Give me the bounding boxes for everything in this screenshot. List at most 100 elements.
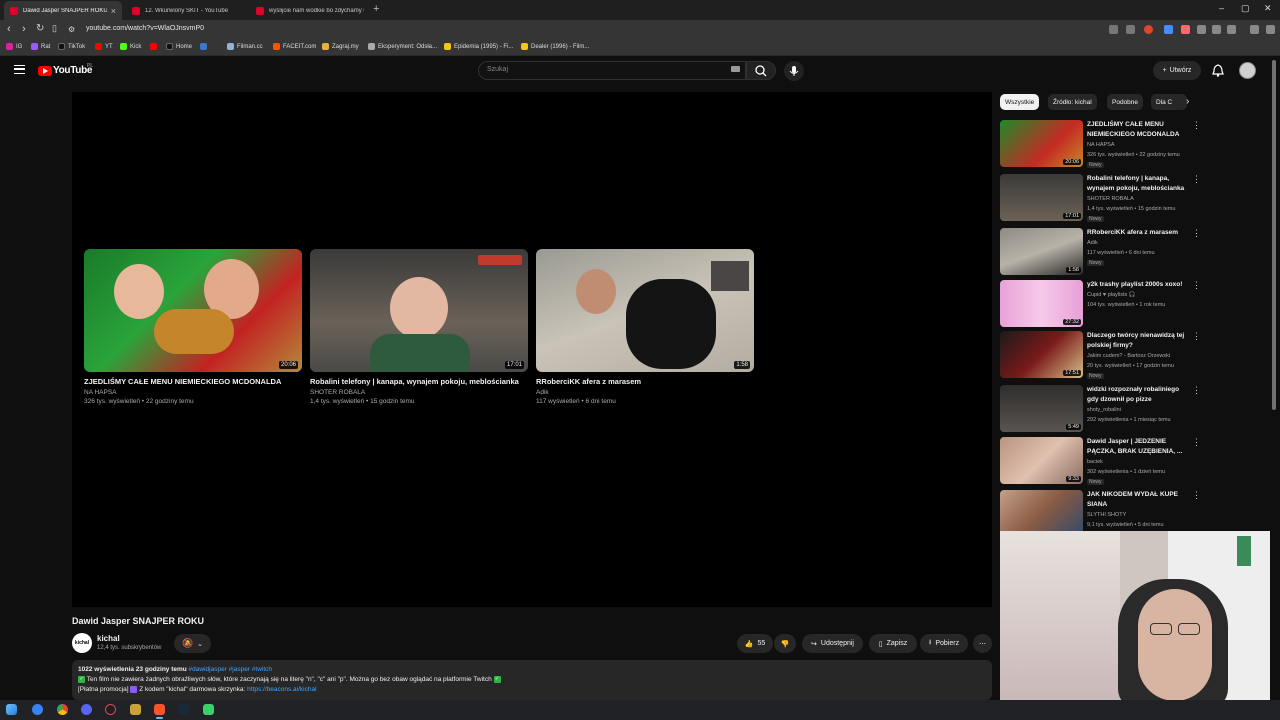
menu-icon[interactable] xyxy=(1266,25,1275,34)
video-thumbnail[interactable]: 27:32 xyxy=(1000,280,1083,327)
endscreen-card[interactable]: 1:58 RRoberciKK afera z marasem Adik 117… xyxy=(536,249,754,405)
related-title[interactable]: Dawid Jasper | JEDZENIE PĄCZKA, BRAK UZĘ… xyxy=(1087,437,1185,456)
chevron-right-icon[interactable]: › xyxy=(1186,96,1189,107)
video-thumbnail[interactable]: 5:49 xyxy=(1000,385,1083,432)
description-box[interactable]: 1022 wyświetlenia 23 godziny temu #dawid… xyxy=(72,660,992,700)
related-video[interactable]: 27:32 y2k trashy playlist 2000s xoxo! Cu… xyxy=(1000,280,1201,332)
video-thumbnail[interactable]: 17:51 xyxy=(1000,331,1083,378)
bookmark-item[interactable] xyxy=(150,43,160,50)
more-options-icon[interactable]: ⋮ xyxy=(1192,228,1201,239)
video-thumbnail[interactable]: 9:33 xyxy=(1000,437,1083,484)
related-title[interactable]: RRoberciKK afera z marasem xyxy=(1087,228,1185,238)
related-channel[interactable]: SHOTER ROBALA xyxy=(1087,196,1134,202)
bookmark-item[interactable]: YT xyxy=(95,43,113,50)
related-title[interactable]: y2k trashy playlist 2000s xoxo! xyxy=(1087,280,1185,290)
related-channel[interactable]: Adik xyxy=(1087,240,1098,246)
video-thumbnail[interactable]: 1:58 xyxy=(1000,228,1083,275)
more-options-icon[interactable]: ⋮ xyxy=(1192,331,1201,342)
brave-browser-icon[interactable] xyxy=(154,704,165,719)
app-icon[interactable] xyxy=(105,704,116,715)
more-options-icon[interactable]: ⋮ xyxy=(1192,437,1201,448)
related-title[interactable]: ZJEDLIŚMY CAŁE MENU NIEMIECKIEGO MCDONAL… xyxy=(1087,120,1185,139)
keyboard-icon[interactable] xyxy=(731,66,740,72)
video-thumbnail[interactable]: 20:06 xyxy=(84,249,302,372)
bookmark-item[interactable]: FACEIT.com xyxy=(273,43,316,50)
download-button[interactable]: ⭳ Pobierz xyxy=(920,634,968,653)
endscreen-title[interactable]: Robalini telefony | kanapa, wynajem poko… xyxy=(310,377,528,386)
forward-arrow-icon[interactable]: › xyxy=(22,23,26,35)
close-window-button[interactable]: ✕ xyxy=(1264,3,1272,14)
bookmark-item[interactable]: Rat xyxy=(31,43,50,50)
video-thumbnail[interactable]: 20:06 xyxy=(1000,120,1083,167)
back-arrow-icon[interactable]: ‹ xyxy=(7,23,11,35)
related-video[interactable]: 17:51 Dlaczego twórcy nienawidzą tej pol… xyxy=(1000,331,1201,383)
description-tags[interactable]: #dawidjasper #jasper #twitch xyxy=(189,666,272,673)
bookmark-item[interactable]: TikTok xyxy=(58,43,85,50)
app-icon[interactable] xyxy=(203,704,214,715)
more-options-icon[interactable]: ⋮ xyxy=(1192,280,1201,291)
bookmark-item[interactable]: Dealer (1996) - Film... xyxy=(521,43,589,50)
endscreen-card[interactable]: 20:06 ZJEDLIŚMY CAŁE MENU NIEMIECKIEGO M… xyxy=(84,249,302,405)
more-options-icon[interactable]: ⋮ xyxy=(1192,120,1201,131)
description-link[interactable]: https://beacons.ai/kichal xyxy=(247,686,316,693)
browser-tab[interactable]: 12. Wkurwiony SKIT - YouTube xyxy=(126,1,246,20)
related-channel[interactable]: baciek xyxy=(1087,459,1103,465)
brave-shield-icon[interactable] xyxy=(1144,25,1153,34)
extension-icon[interactable] xyxy=(1126,25,1135,34)
notifications-bell-icon[interactable] xyxy=(1212,64,1224,77)
related-title[interactable]: Robalini telefony | kanapa, wynajem poko… xyxy=(1087,174,1185,193)
browser-tab[interactable]: wyślijcie nam wodkie bo zdychamy n xyxy=(250,1,370,20)
related-title[interactable]: widzki rozpoznały robaliniego gdy dzowni… xyxy=(1087,385,1185,404)
related-channel[interactable]: NA HAPSA xyxy=(1087,142,1115,148)
bookmark-page-icon[interactable]: ▯ xyxy=(52,23,57,34)
related-channel[interactable]: Cupid ♥ playlists 🎧 xyxy=(1087,292,1136,298)
download-icon[interactable] xyxy=(1212,25,1221,34)
maximize-button[interactable]: ▢ xyxy=(1241,3,1250,14)
extension-icon[interactable] xyxy=(1181,25,1190,34)
bookmark-item[interactable]: Home xyxy=(166,43,192,50)
hamburger-menu-icon[interactable] xyxy=(14,65,25,74)
related-video[interactable]: 1:58 RRoberciKK afera z marasem Adik 117… xyxy=(1000,228,1201,280)
endscreen-title[interactable]: RRoberciKK afera z marasem xyxy=(536,377,754,386)
extension-icon[interactable] xyxy=(1197,25,1206,34)
address-bar[interactable]: youtube.com/watch?v=WlaOJnsvmP0 xyxy=(86,25,204,32)
bookmark-item[interactable]: Zagraj.my xyxy=(322,43,359,50)
create-button[interactable]: + Utwórz xyxy=(1153,61,1201,80)
related-title[interactable]: JAK NIKODEM WYDAŁ KUPE SIANA xyxy=(1087,490,1185,509)
close-tab-icon[interactable]: × xyxy=(111,6,116,16)
endscreen-title[interactable]: ZJEDLIŚMY CAŁE MENU NIEMIECKIEGO MCDONAL… xyxy=(84,377,302,386)
bookmark-item[interactable]: Filman.cc xyxy=(227,43,263,50)
browser-tab[interactable]: Dawid Jasper SNAJPER ROKU - × xyxy=(4,1,122,20)
related-video[interactable]: 20:06 ZJEDLIŚMY CAŁE MENU NIEMIECKIEGO M… xyxy=(1000,120,1201,172)
like-button[interactable]: 👍 55 xyxy=(737,634,773,653)
extension-icon[interactable] xyxy=(1164,25,1173,34)
more-options-icon[interactable]: ⋮ xyxy=(1192,174,1201,185)
channel-name[interactable]: kichal xyxy=(97,634,120,643)
related-channel[interactable]: Jakim cudem? - Bartosz Orzewski xyxy=(1087,353,1170,359)
chip-for-you[interactable]: Dla C xyxy=(1151,94,1187,110)
endscreen-card[interactable]: 17:01 Robalini telefony | kanapa, wynaje… xyxy=(310,249,528,405)
new-tab-button[interactable]: + xyxy=(373,3,379,15)
account-avatar[interactable] xyxy=(1239,62,1256,79)
bookmark-item[interactable]: Eksperyment: Odsła... xyxy=(368,43,437,50)
related-video[interactable]: 5:49 widzki rozpoznały robaliniego gdy d… xyxy=(1000,385,1201,437)
steam-icon[interactable] xyxy=(178,704,189,715)
bookmark-item[interactable]: IG xyxy=(6,43,22,50)
chrome-icon[interactable] xyxy=(57,704,68,715)
share-button[interactable]: ↪ Udostępnij xyxy=(802,634,863,653)
discord-icon[interactable] xyxy=(81,704,92,715)
dislike-button[interactable]: 👎 xyxy=(774,634,796,653)
more-options-icon[interactable]: ⋮ xyxy=(1192,490,1201,501)
reload-icon[interactable]: ↻ xyxy=(36,23,44,34)
wallet-icon[interactable] xyxy=(1227,25,1236,34)
bookmark-item[interactable]: Kick xyxy=(120,43,141,50)
related-video[interactable]: 9:33 Dawid Jasper | JEDZENIE PĄCZKA, BRA… xyxy=(1000,437,1201,489)
minimize-button[interactable]: – xyxy=(1219,3,1224,13)
windows-start-icon[interactable] xyxy=(6,704,17,715)
related-video[interactable]: 17:01 Robalini telefony | kanapa, wynaje… xyxy=(1000,174,1201,226)
search-taskbar-icon[interactable] xyxy=(32,704,43,715)
search-button[interactable] xyxy=(746,61,776,80)
video-thumbnail[interactable]: 1:58 xyxy=(536,249,754,372)
chip-from-channel[interactable]: Źródło: kichal xyxy=(1048,94,1097,110)
related-channel[interactable]: shoty_robalini xyxy=(1087,407,1121,413)
